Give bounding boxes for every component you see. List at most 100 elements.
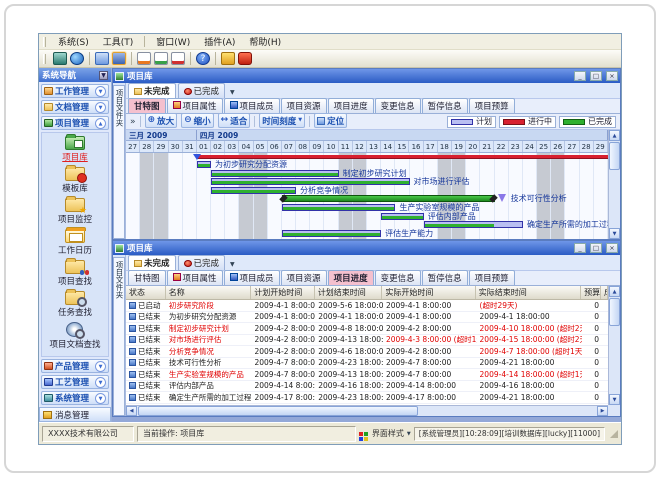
gantt-bar-3[interactable] <box>211 187 296 194</box>
sidebar-tab-messages[interactable]: 消息管理 <box>39 407 111 422</box>
view-tab-7[interactable]: 项目预算 <box>469 270 515 285</box>
view-tab-3[interactable]: 项目资源 <box>281 98 327 113</box>
chevron-down-icon[interactable]: ▼ <box>407 431 411 437</box>
scroll-thumb[interactable] <box>609 142 620 170</box>
minimize-button[interactable]: _ <box>574 243 586 253</box>
gantt-bar-5[interactable] <box>282 204 395 211</box>
help-icon[interactable] <box>196 52 210 65</box>
globe-icon[interactable] <box>70 52 84 65</box>
view-tab-5[interactable]: 变更信息 <box>375 98 421 113</box>
filter-tab-1[interactable]: 已完成 <box>178 255 226 270</box>
menu-item-4[interactable]: 插件(A) <box>198 34 241 49</box>
doc-view-icon[interactable] <box>154 52 168 65</box>
view-tab-4[interactable]: 项目进度 <box>328 98 374 113</box>
table-row-0[interactable]: 已启动初步研究阶段2009-4-1 8:00:002009-5-6 18:00:… <box>126 300 608 312</box>
gantt-bar-8[interactable] <box>282 230 381 237</box>
maximize-button[interactable]: □ <box>590 71 602 81</box>
folder-side-tab[interactable]: 项目文件夹 <box>113 83 126 239</box>
fit-button[interactable]: ↔适合 <box>218 113 251 128</box>
view-tab-1[interactable]: 项目属性 <box>167 270 223 285</box>
close-button[interactable]: × <box>606 71 618 81</box>
menu-item-5[interactable]: 帮助(H) <box>243 34 287 49</box>
more-tabs-button[interactable]: ▼ <box>227 261 238 270</box>
view-tab-7[interactable]: 项目预算 <box>469 98 515 113</box>
column-header-2[interactable]: 计划开始时间 <box>251 286 315 299</box>
gantt-bar-4[interactable] <box>282 195 495 202</box>
column-header-7[interactable]: 成 <box>601 286 608 299</box>
sidebar-group-1[interactable]: 文档管理▼ <box>41 100 109 114</box>
chevron-down-icon[interactable]: ▼ <box>95 377 106 388</box>
chevron-down-icon[interactable]: ▼ <box>95 393 106 404</box>
lock-icon[interactable] <box>221 52 235 65</box>
sidebar-item-2[interactable]: 项目监控 <box>58 198 92 225</box>
sidebar-group-2[interactable]: 项目管理▲ <box>41 116 109 130</box>
scroll-thumb[interactable] <box>609 298 620 326</box>
sidebar-item-1[interactable]: 模板库 <box>62 167 88 194</box>
sidebar-item-3[interactable]: 工作日历 <box>58 229 92 256</box>
filter-tab-1[interactable]: 已完成 <box>178 83 226 98</box>
close-button[interactable]: × <box>606 243 618 253</box>
gantt-bar-7[interactable] <box>424 221 523 228</box>
sidebar-group-5[interactable]: 系统管理▼ <box>41 391 109 405</box>
menu-item-1[interactable]: 工具(T) <box>97 34 140 49</box>
view-tab-0[interactable]: 甘特图 <box>128 270 166 285</box>
gantt-vertical-scrollbar[interactable]: ▲ ▼ <box>608 130 620 239</box>
table-row-1[interactable]: 已结束为初步研究分配资源2009-4-1 8:00:002009-4-1 18:… <box>126 312 608 324</box>
menu-item-3[interactable]: 窗口(W) <box>150 34 196 49</box>
column-header-1[interactable]: 名称 <box>166 286 251 299</box>
save-icon[interactable] <box>112 52 126 65</box>
maximize-button[interactable]: □ <box>590 243 602 253</box>
sidebar-item-0[interactable]: 项目库 <box>62 136 88 163</box>
style-label[interactable]: 界面样式 <box>372 428 404 439</box>
chevron-down-icon[interactable]: ▼ <box>95 86 106 97</box>
monitor-icon[interactable] <box>53 52 67 65</box>
column-header-4[interactable]: 实际开始时间 <box>382 286 475 299</box>
chevron-up-icon[interactable]: ▲ <box>95 118 106 129</box>
view-tab-5[interactable]: 变更信息 <box>375 270 421 285</box>
table-window-titlebar[interactable]: 项目库 _ □ × <box>113 241 620 255</box>
view-tab-3[interactable]: 项目资源 <box>281 270 327 285</box>
table-horizontal-scrollbar[interactable]: ◀ ▶ <box>126 405 608 416</box>
folder-icon[interactable] <box>95 52 109 65</box>
view-tab-6[interactable]: 暂停信息 <box>422 98 468 113</box>
chevron-down-icon[interactable]: ▼ <box>95 361 106 372</box>
table-row-7[interactable]: 已结束评估内部产品2009-4-14 8:00:002009-4-16 18:0… <box>126 381 608 393</box>
table-row-8[interactable]: 已结束确定生产所需的加工过程2009-4-17 8:00:002009-4-23… <box>126 392 608 404</box>
menu-item-0[interactable]: 系统(S) <box>52 34 95 49</box>
table-row-5[interactable]: 已结束技术可行性分析2009-4-7 8:00:002009-4-23 18:0… <box>126 358 608 370</box>
table-row-2[interactable]: 已结束制定初步研究计划2009-4-2 8:00:002009-4-8 18:0… <box>126 323 608 335</box>
gantt-bar-2[interactable] <box>211 178 409 185</box>
table-row-3[interactable]: 已结束对市场进行评估2009-4-2 8:00:002009-4-13 18:0… <box>126 335 608 347</box>
sidebar-item-4[interactable]: 项目查找 <box>58 260 92 287</box>
resize-grip[interactable] <box>610 430 618 438</box>
zoom-out-button[interactable]: ⊖缩小 <box>181 113 214 128</box>
overflow-chevron[interactable]: » <box>130 117 136 127</box>
table-row-4[interactable]: 已结束分析竞争情况2009-4-2 8:00:002009-4-6 18:00:… <box>126 346 608 358</box>
view-tab-1[interactable]: 项目属性 <box>167 98 223 113</box>
doc-del-icon[interactable] <box>171 52 185 65</box>
scroll-up-button[interactable]: ▲ <box>609 130 620 141</box>
doc-add-icon[interactable] <box>137 52 151 65</box>
scroll-down-button[interactable]: ▼ <box>609 228 620 239</box>
sidebar-group-4[interactable]: 工艺管理▼ <box>41 375 109 389</box>
zoom-in-button[interactable]: ⊕放大 <box>145 113 178 128</box>
scroll-down-button[interactable]: ▼ <box>609 394 620 405</box>
column-header-5[interactable]: 实际结束时间 <box>476 286 581 299</box>
filter-tab-0[interactable]: 未完成 <box>128 255 176 270</box>
minimize-button[interactable]: _ <box>574 71 586 81</box>
view-tab-0[interactable]: 甘特图 <box>128 98 166 113</box>
column-header-6[interactable]: 预算 <box>581 286 601 299</box>
view-tab-2[interactable]: 项目成员 <box>224 270 280 285</box>
table-row-6[interactable]: 已结束生产实验室规模的产品2009-4-7 8:00:002009-4-13 1… <box>126 369 608 381</box>
view-tab-2[interactable]: 项目成员 <box>224 98 280 113</box>
gantt-bar-1[interactable] <box>211 170 339 177</box>
sidebar-item-5[interactable]: 任务查找 <box>58 291 92 318</box>
column-header-0[interactable]: 状态 <box>126 286 166 299</box>
sidebar-item-6[interactable]: 项目文档查找 <box>49 322 100 350</box>
scroll-right-button[interactable]: ▶ <box>597 406 608 416</box>
filter-tab-0[interactable]: 未完成 <box>128 83 176 98</box>
column-header-3[interactable]: 计划结束时间 <box>315 286 383 299</box>
time-scale-button[interactable]: 时间刻度▼ <box>259 113 305 128</box>
locate-button[interactable]: 定位 <box>314 113 347 128</box>
view-tab-6[interactable]: 暂停信息 <box>422 270 468 285</box>
